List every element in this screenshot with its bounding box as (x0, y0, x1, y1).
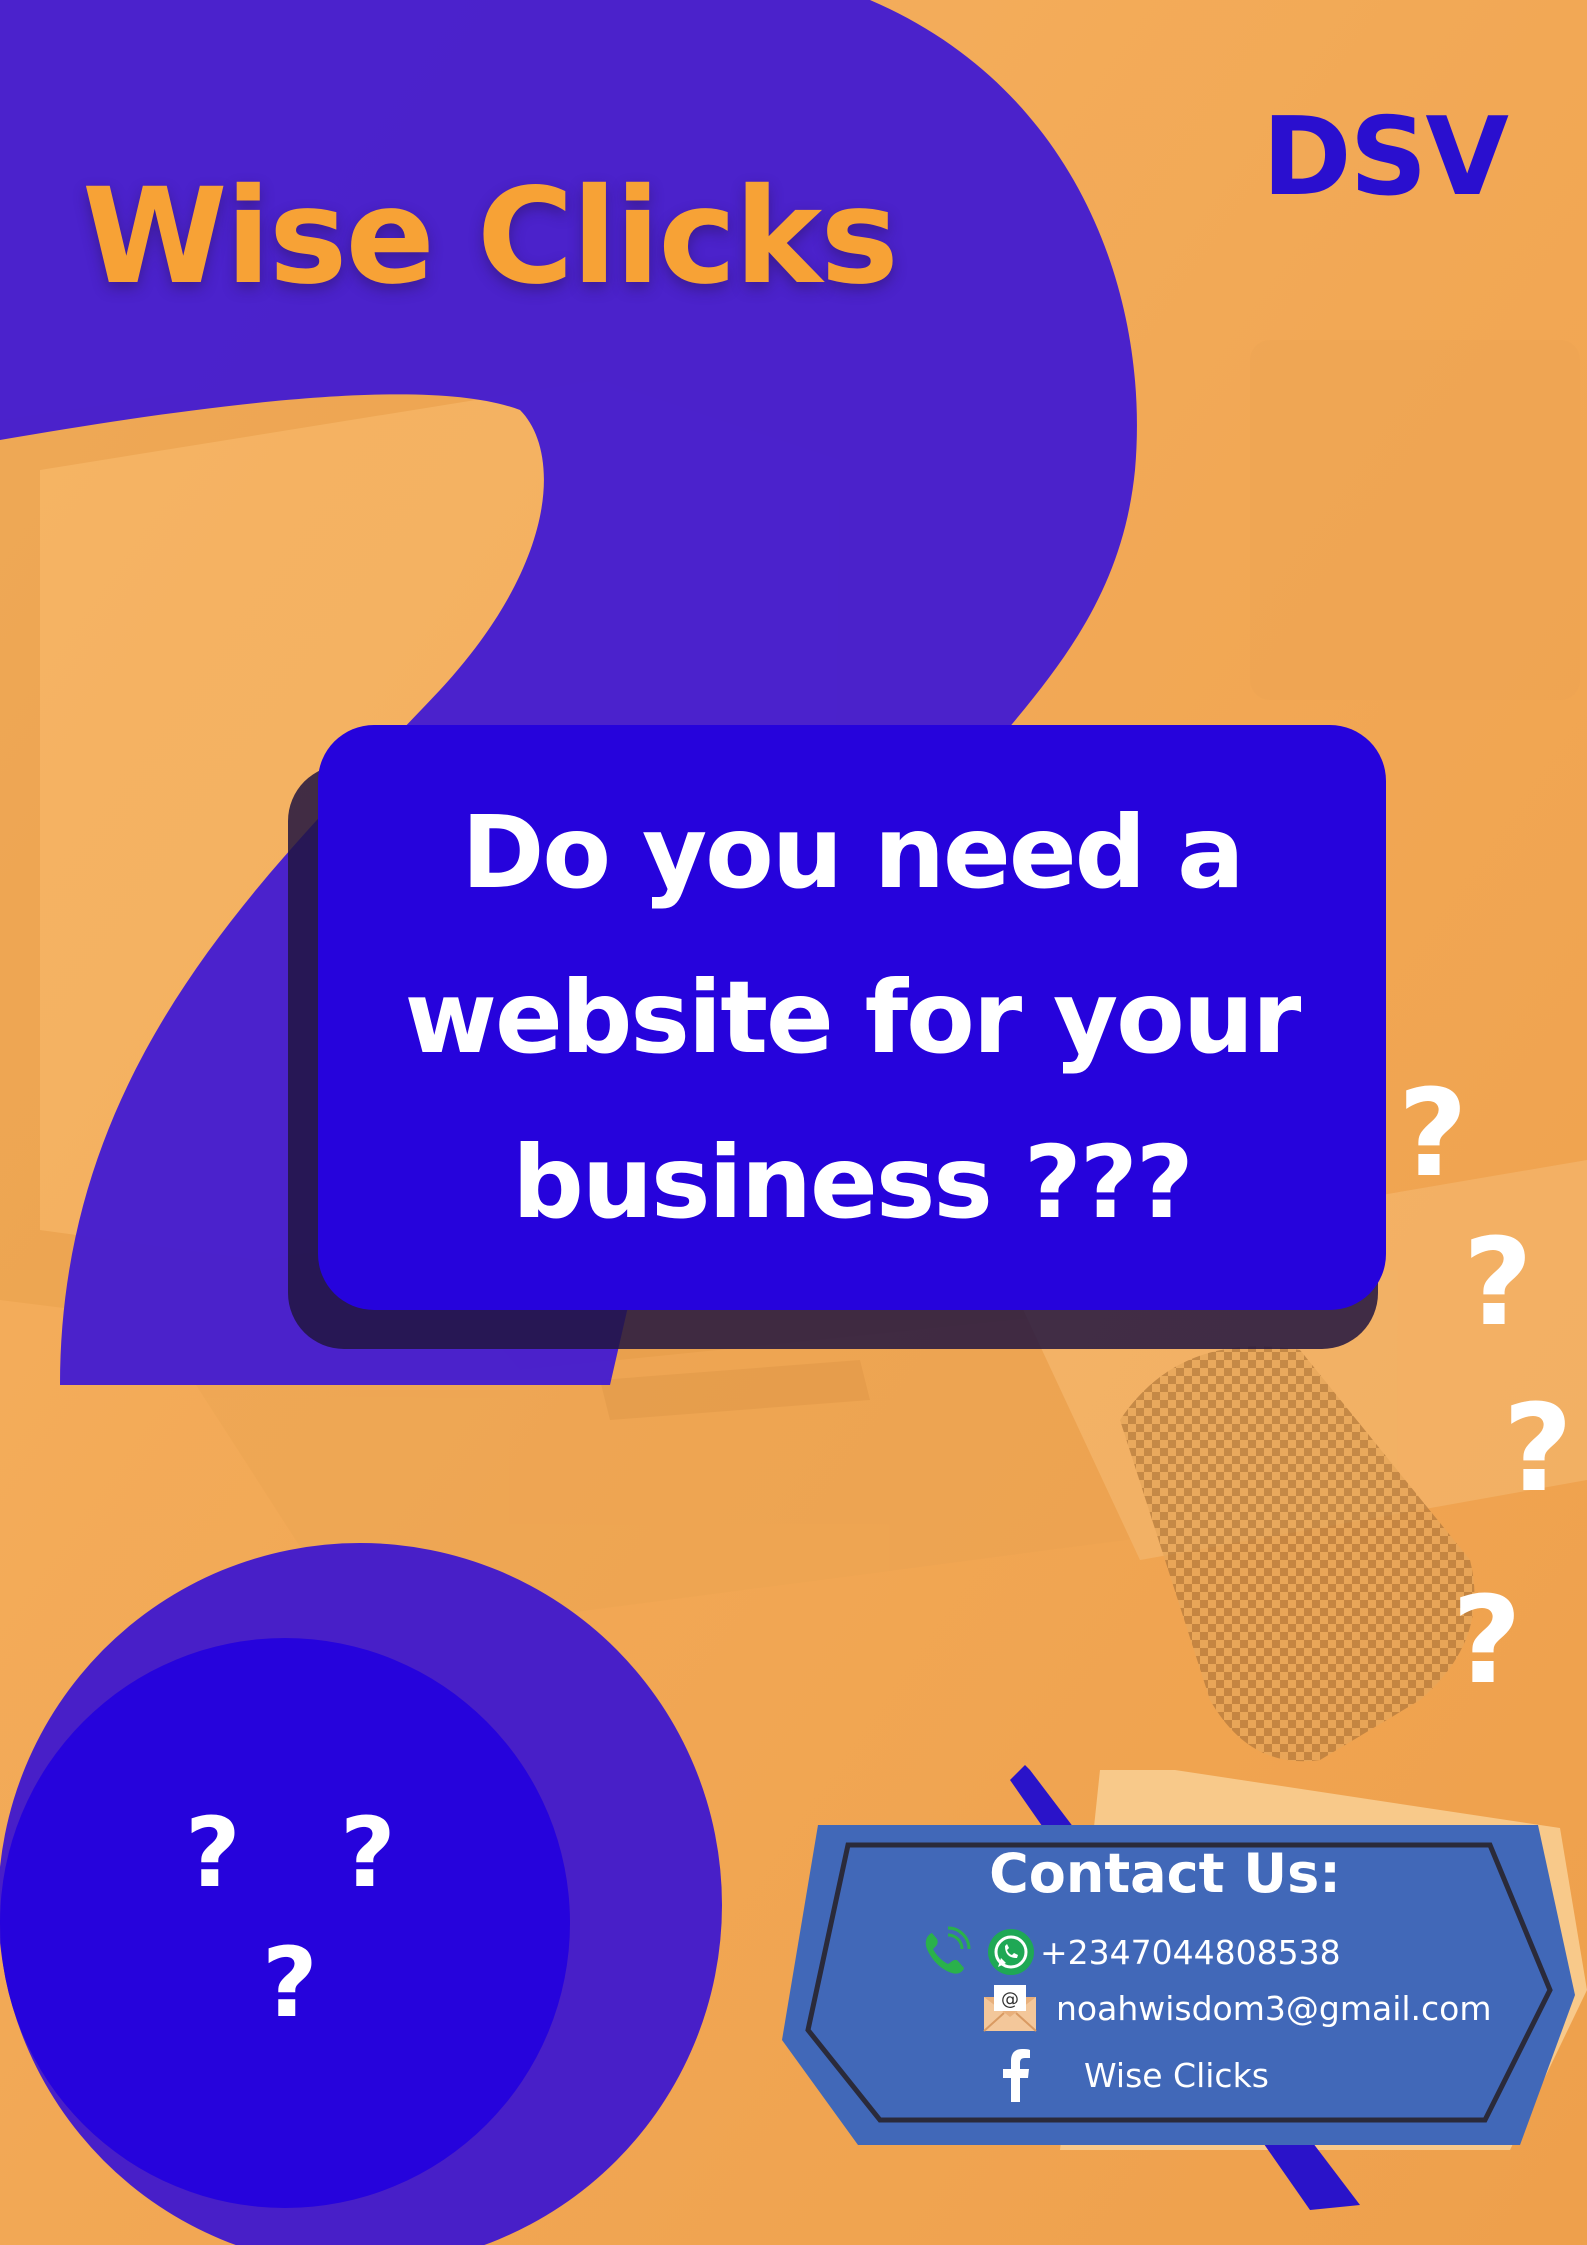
contact-facebook: Wise Clicks (1084, 2055, 1269, 2095)
question-mark: ? (185, 1797, 241, 1909)
contact-facebook-row: Wise Clicks (998, 2048, 1269, 2102)
headline: Do you need a website for your business … (404, 794, 1302, 1241)
contact-title: Contact Us: (989, 1842, 1341, 1905)
contact-phone-row: +2347044808538 (918, 1925, 1341, 1979)
email-envelope-icon: @ (982, 1983, 1038, 2033)
facebook-icon (998, 2048, 1032, 2102)
svg-text:@: @ (1001, 1989, 1019, 2010)
contact-phone: +2347044808538 (1040, 1932, 1341, 1972)
headline-box: Do you need a website for your business … (318, 725, 1386, 1310)
whatsapp-icon (986, 1927, 1036, 1977)
dsv-logo: DSV (1262, 95, 1509, 220)
contact-email: noahwisdom3@gmail.com (1056, 1988, 1492, 2028)
phone-icon (918, 1925, 972, 1979)
question-mark: ? (1503, 1380, 1573, 1519)
contact-email-row: @ noahwisdom3@gmail.com (982, 1983, 1492, 2033)
question-mark: ? (1398, 1065, 1468, 1204)
question-mark: ? (1452, 1572, 1522, 1711)
question-mark: ? (262, 1927, 318, 2039)
question-mark: ? (1463, 1214, 1533, 1353)
brand-title: Wise Clicks (82, 160, 899, 314)
question-mark: ? (340, 1797, 396, 1909)
